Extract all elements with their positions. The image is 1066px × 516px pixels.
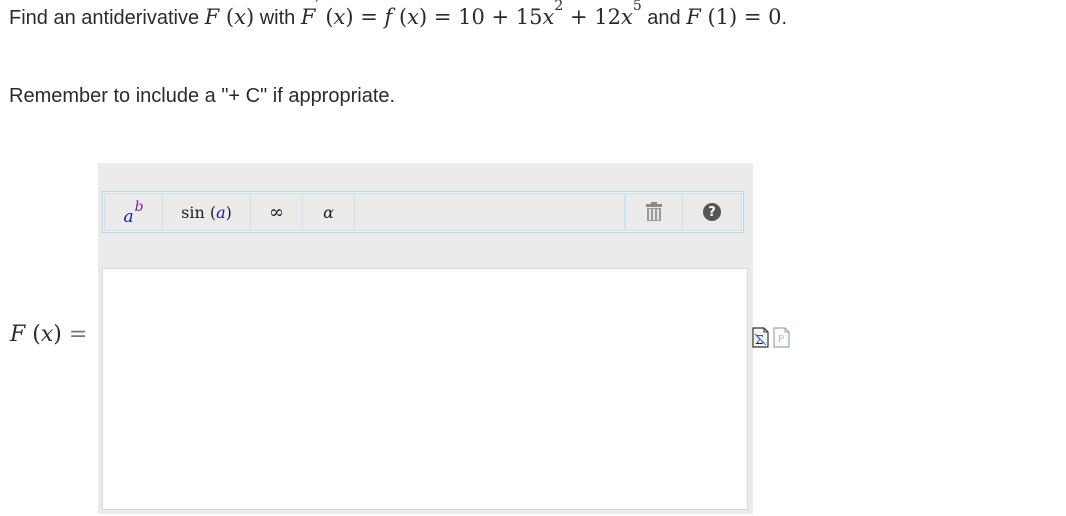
answer-label: F (x) = [10,322,88,347]
clear-button[interactable] [625,194,683,230]
infinity-button[interactable]: ∞ [251,194,303,230]
preview-icon[interactable]: P [773,327,790,348]
greek-letters-button[interactable]: α [303,194,355,230]
question-prefix: Find an antiderivative [9,7,200,29]
question-period: . [781,7,788,29]
svg-text:P: P [778,334,784,345]
toolbar-spacer [355,194,625,230]
math-F-of-x: F (x) [204,5,255,29]
question-text: Find an antiderivative F (x) with F′ (x)… [9,0,788,32]
trash-icon [646,202,662,221]
math-editor: ab sin (a) ∞ α ? [98,163,753,514]
question-and: and [647,7,681,29]
trig-functions-button[interactable]: sin (a) [163,194,251,230]
side-icons: Σ P [752,327,790,348]
equation-editor-icon[interactable]: Σ [752,327,769,348]
superscript-button[interactable]: ab [105,194,163,230]
math-initial-condition: F (1) = 0 [686,5,782,29]
answer-input[interactable] [102,268,748,510]
infinity-symbol: ∞ [269,201,284,223]
alpha-symbol: α [323,202,334,222]
trig-fn-label: sin [181,202,205,222]
help-button[interactable]: ? [683,194,741,230]
superscript-icon: ab [123,199,144,227]
math-derivative-expression: F′ (x) = f (x) = 10 + 15x2 + 12x5 [300,0,642,29]
reminder-text: Remember to include a "+ C" if appropria… [9,85,396,107]
question-with: with [259,7,296,29]
help-icon: ? [703,203,721,221]
math-toolbar: ab sin (a) ∞ α ? [102,191,744,233]
